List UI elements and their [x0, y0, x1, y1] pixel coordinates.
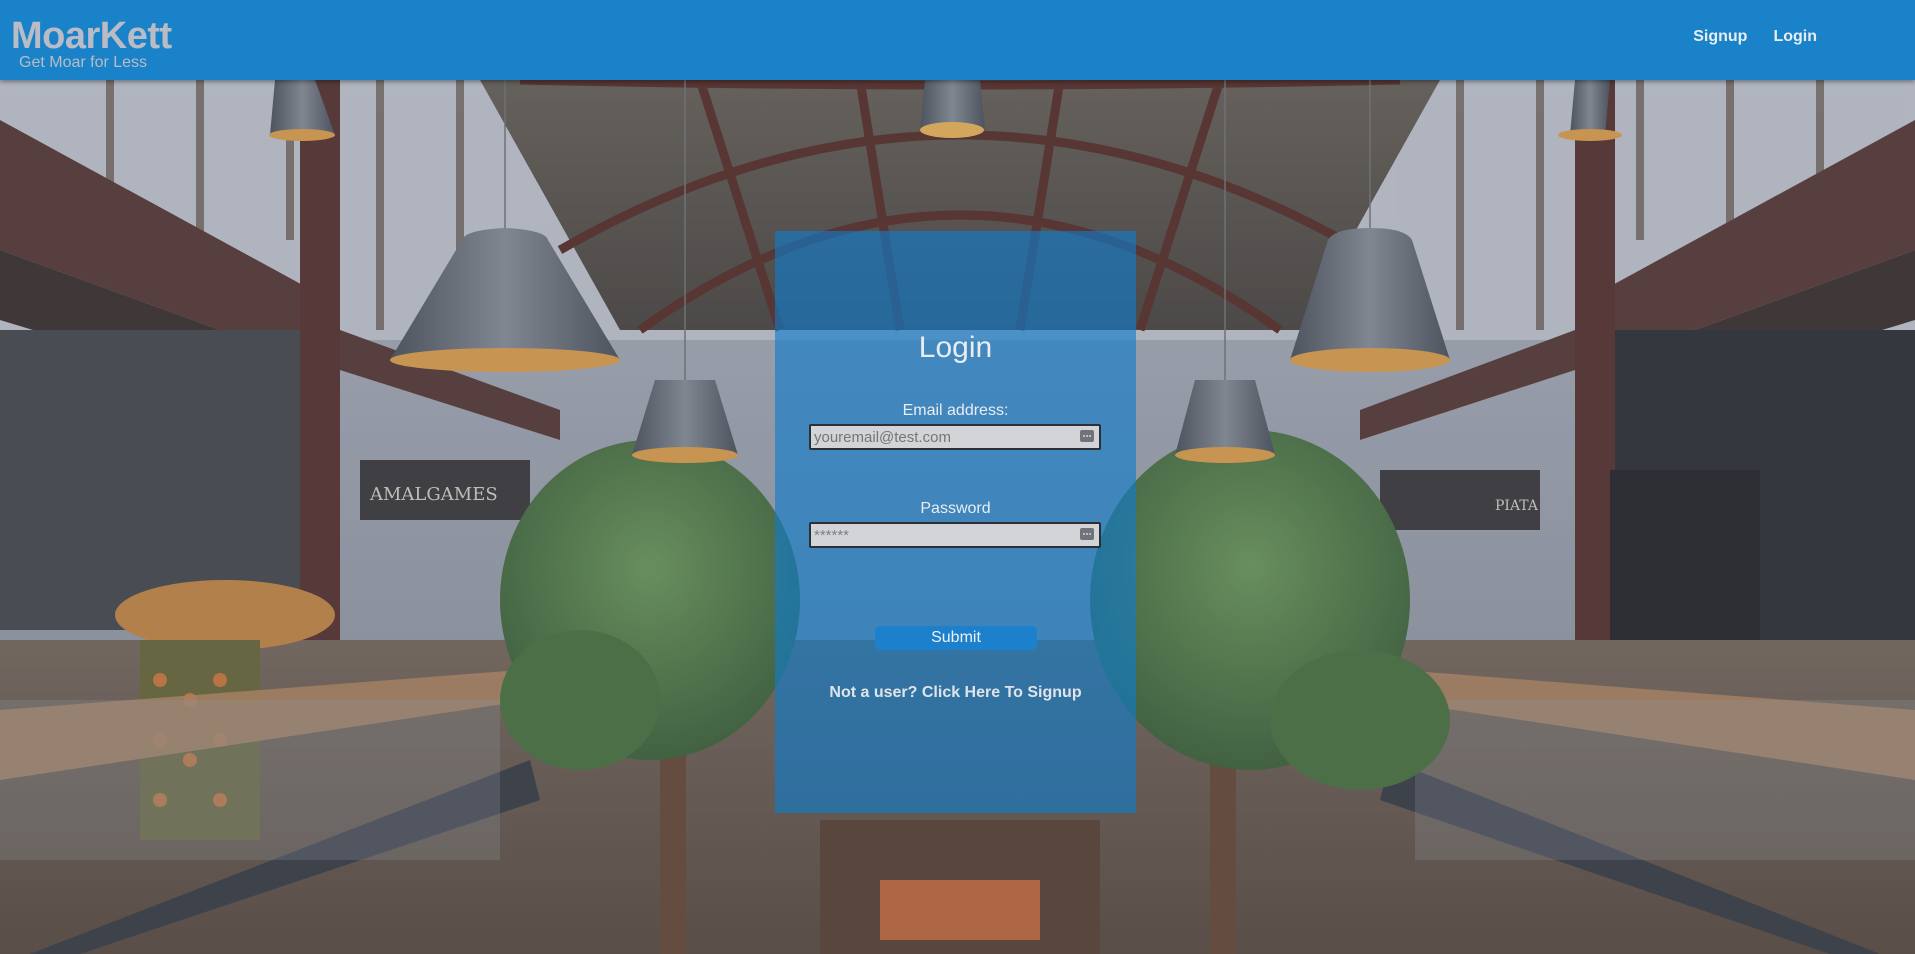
login-title: Login — [918, 331, 993, 364]
email-label: Email address: — [902, 402, 1009, 419]
email-field-wrapper — [809, 424, 1101, 450]
top-navbar: MoarKett Get Moar for Less Signup Login — [0, 0, 1915, 80]
password-label: Password — [920, 500, 991, 517]
password-input[interactable] — [814, 524, 1066, 546]
nav-links: Signup Login — [1693, 28, 1817, 46]
brand-tagline: Get Moar for Less — [19, 54, 148, 71]
password-manager-icon[interactable] — [1080, 528, 1094, 540]
email-input[interactable] — [814, 426, 1066, 448]
brand-logo-link[interactable]: MoarKett Get Moar for Less — [11, 15, 172, 71]
login-panel: Login Email address: Password Submit Not… — [775, 231, 1136, 813]
nav-login-link[interactable]: Login — [1773, 28, 1817, 46]
brand-name: MoarKett — [11, 15, 172, 57]
submit-button[interactable]: Submit — [875, 626, 1037, 650]
nav-signup-link[interactable]: Signup — [1693, 28, 1747, 46]
signup-link[interactable]: Not a user? Click Here To Signup — [775, 684, 1136, 702]
password-field-wrapper — [809, 522, 1101, 548]
password-manager-icon[interactable] — [1080, 430, 1094, 442]
